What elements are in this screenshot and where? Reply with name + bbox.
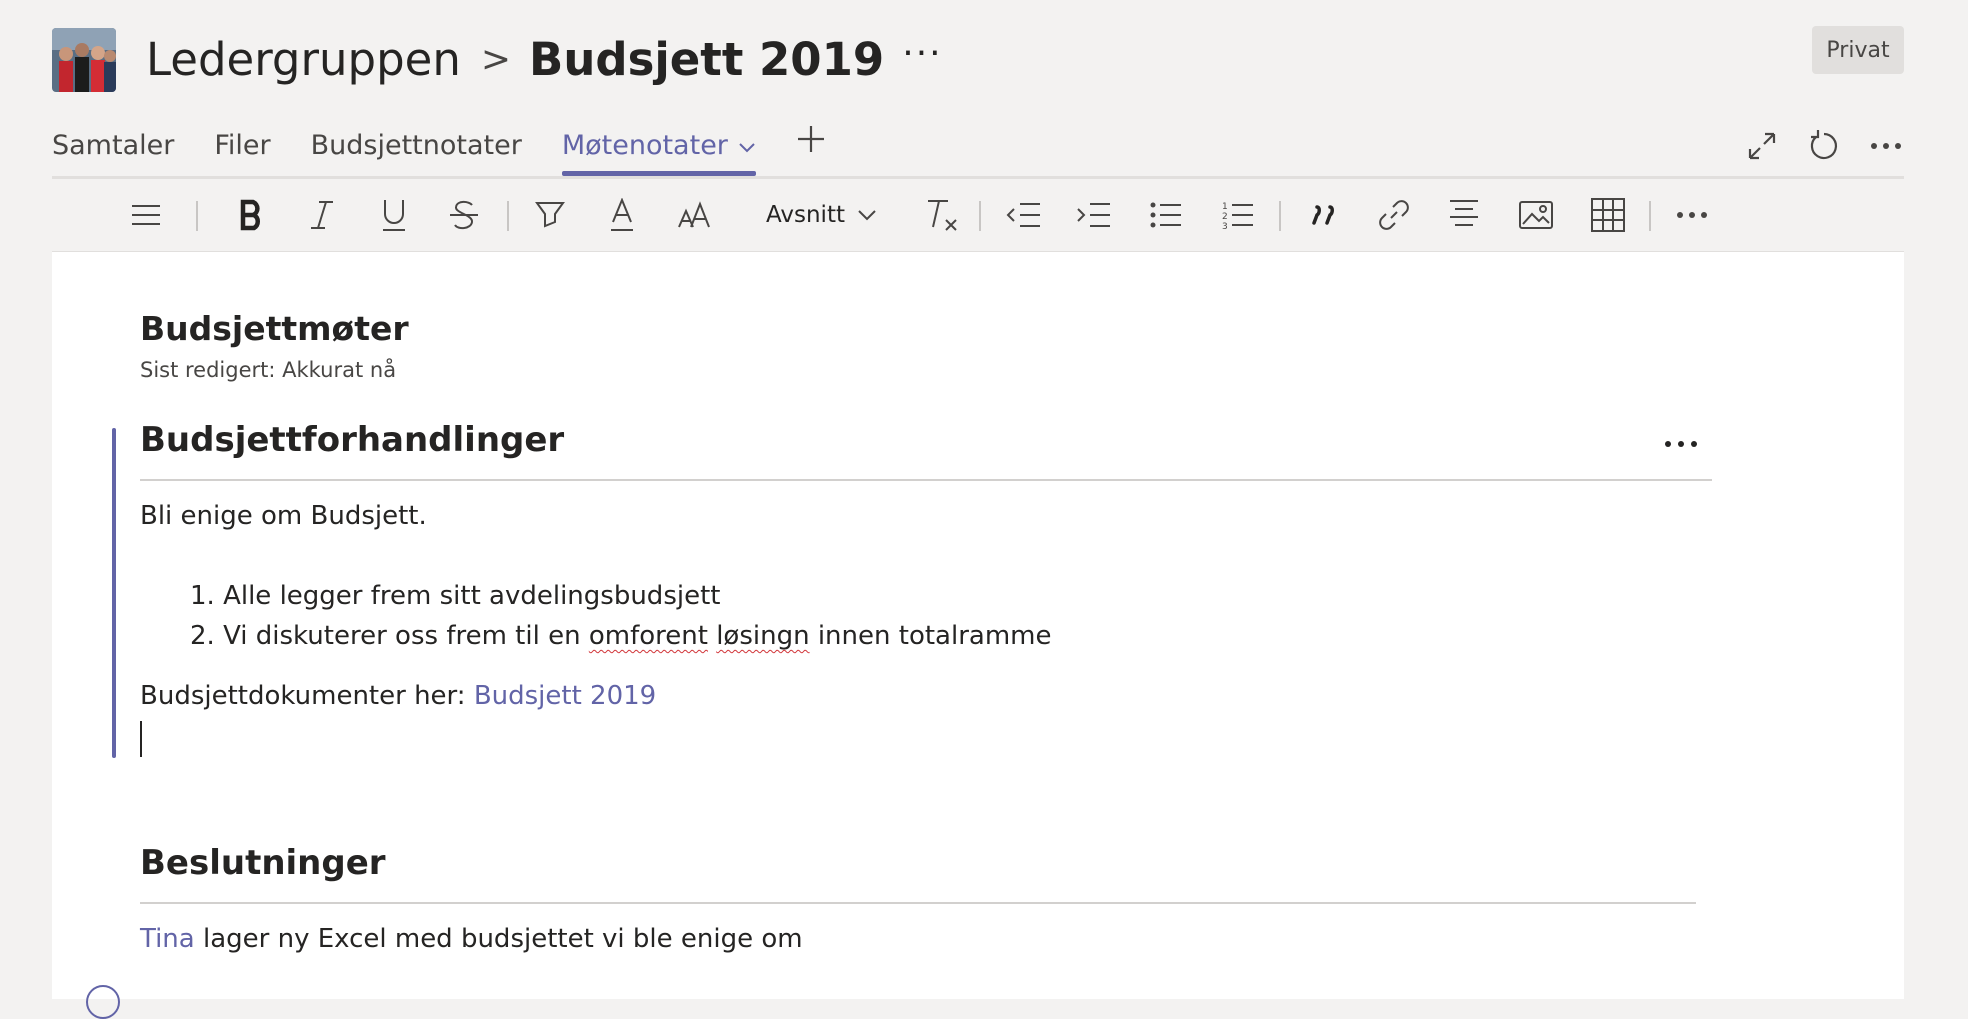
svg-text:1: 1 (1222, 202, 1228, 212)
chevron-down-icon (857, 206, 877, 225)
expand-icon[interactable] (1744, 120, 1780, 172)
list-text: Vi diskuterer oss frem til en omforent l… (223, 621, 1051, 651)
team-avatar[interactable] (52, 28, 116, 92)
link-icon[interactable] (1372, 193, 1416, 237)
tab-filer[interactable]: Filer (214, 120, 270, 172)
section-divider (140, 479, 1712, 481)
list-text-end: innen totalramme (809, 621, 1052, 651)
section-intro[interactable]: Bli enige om Budsjett. (140, 501, 427, 531)
list-text: Alle legger frem sitt avdelingsbudsjett (223, 581, 721, 611)
breadcrumb-separator: > (480, 38, 512, 80)
paragraph-style-label: Avsnitt (766, 202, 845, 228)
spelling-error[interactable]: omforent (589, 621, 708, 651)
decrease-indent-icon[interactable] (1002, 193, 1046, 237)
toolbar-divider (979, 201, 981, 231)
section-selection-bar (112, 428, 116, 758)
bold-icon[interactable] (232, 193, 272, 237)
refresh-icon[interactable] (1806, 120, 1842, 172)
section-heading[interactable]: Budsjettforhandlinger (140, 420, 564, 460)
user-mention[interactable]: Tina (140, 924, 195, 954)
increase-indent-icon[interactable] (1072, 193, 1116, 237)
breadcrumb: Ledergruppen > Budsjett 2019 ··· (146, 24, 943, 94)
list-number: 2. (190, 621, 215, 651)
tab-samtaler[interactable]: Samtaler (52, 120, 174, 172)
quote-icon[interactable] (1302, 193, 1346, 237)
list-item[interactable]: 2. Vi diskuterer oss frem til en omforen… (190, 621, 1051, 651)
tab-bar: Samtaler Filer Budsjettnotater Møtenotat… (52, 120, 866, 176)
add-tab-button[interactable] (796, 120, 826, 172)
section-heading[interactable]: Beslutninger (140, 843, 386, 883)
formatting-toolbar: Avsnitt 123 (52, 179, 1904, 252)
toolbar-divider (507, 201, 509, 231)
font-color-icon[interactable] (602, 193, 642, 237)
add-section-button[interactable] (86, 985, 120, 1019)
list-item[interactable]: 1. Alle legger frem sitt avdelingsbudsje… (190, 581, 720, 611)
page-title: Budsjettmøter (140, 309, 409, 348)
team-name[interactable]: Ledergruppen (146, 33, 461, 86)
list-number: 1. (190, 581, 215, 611)
menu-icon[interactable] (126, 193, 166, 237)
text-cursor (140, 721, 142, 757)
highlight-icon[interactable] (530, 193, 570, 237)
svg-text:2: 2 (1222, 212, 1228, 222)
underline-icon[interactable] (374, 193, 414, 237)
list-text-start: Vi diskuterer oss frem til en (223, 621, 589, 651)
toolbar-divider (1649, 201, 1651, 231)
decision-text: lager ny Excel med budsjettet vi ble eni… (194, 924, 803, 954)
italic-icon[interactable] (302, 193, 342, 237)
section-more-button[interactable] (1664, 421, 1698, 456)
documents-label: Budsjettdokumenter her: (140, 681, 474, 711)
documents-line: Budsjettdokumenter her: Budsjett 2019 (140, 681, 656, 711)
chevron-down-icon[interactable] (738, 120, 756, 172)
align-icon[interactable] (1442, 193, 1486, 237)
svg-text:3: 3 (1222, 222, 1228, 230)
last-edited-text: Sist redigert: Akkurat nå (140, 358, 397, 382)
more-icon[interactable] (1670, 193, 1714, 237)
plus-icon (796, 120, 826, 172)
clear-formatting-icon[interactable] (920, 193, 964, 237)
tab-budsjettnotater[interactable]: Budsjettnotater (311, 120, 522, 172)
list-text-space (708, 621, 716, 651)
notes-editor: Avsnitt 123 Budsjettmøter Sist redigert:… (52, 176, 1904, 1019)
more-icon[interactable] (1868, 120, 1904, 172)
font-size-icon[interactable] (672, 193, 716, 237)
channel-more-button[interactable]: ··· (902, 33, 942, 74)
channel-name: Budsjett 2019 (529, 32, 885, 86)
spelling-error[interactable]: løsingn (716, 621, 809, 651)
image-icon[interactable] (1514, 193, 1558, 237)
tab-motenotater[interactable]: Møtenotater (561, 120, 756, 176)
section-divider (140, 902, 1696, 904)
paragraph-style-dropdown[interactable]: Avsnitt (766, 193, 906, 237)
tab-motenotater-label: Møtenotater (561, 130, 728, 161)
privacy-badge: Privat (1812, 26, 1904, 74)
decision-line[interactable]: Tina lager ny Excel med budsjettet vi bl… (140, 924, 803, 954)
strikethrough-icon[interactable] (444, 193, 484, 237)
toolbar-divider (196, 201, 198, 231)
budget-document-link[interactable]: Budsjett 2019 (474, 681, 656, 711)
bullet-list-icon[interactable] (1144, 193, 1188, 237)
toolbar-divider (1279, 201, 1281, 231)
numbered-list-icon[interactable]: 123 (1216, 193, 1260, 237)
table-icon[interactable] (1586, 193, 1630, 237)
